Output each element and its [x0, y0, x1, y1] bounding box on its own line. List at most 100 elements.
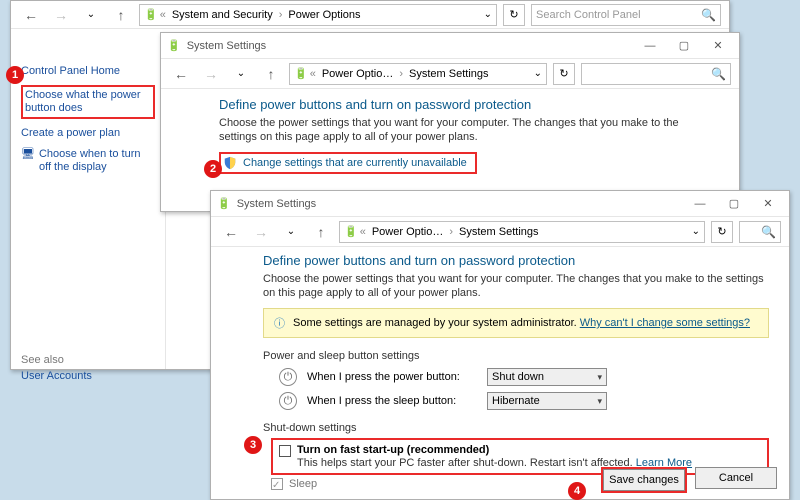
- maximize-button[interactable]: ▢: [667, 35, 701, 57]
- see-also-header: See also: [21, 354, 155, 366]
- content-area: Define power buttons and turn on passwor…: [161, 89, 739, 174]
- sleep-checkbox[interactable]: ✓: [271, 478, 283, 490]
- callout-badge-1: 1: [6, 66, 24, 84]
- close-button[interactable]: ✕: [701, 35, 735, 57]
- power-action-select[interactable]: Shut down ▾: [487, 368, 607, 386]
- sidebar-link-create-plan[interactable]: Create a power plan: [21, 127, 155, 140]
- page-subtext: Choose the power settings that you want …: [263, 272, 769, 300]
- notice-text: Some settings are managed by your system…: [293, 317, 577, 329]
- nav-forward-button[interactable]: →: [199, 62, 223, 86]
- monitor-icon: 🖥: [21, 148, 35, 174]
- power-icon: ⏻: [279, 368, 297, 386]
- search-placeholder: Search Control Panel: [536, 9, 641, 21]
- refresh-button[interactable]: ↻: [503, 4, 525, 26]
- breadcrumb-segment[interactable]: Power Options: [284, 9, 364, 21]
- change-settings-link[interactable]: Change settings that are currently unava…: [219, 152, 477, 174]
- refresh-button[interactable]: ↻: [553, 63, 575, 85]
- breadcrumb-segment[interactable]: System Settings: [455, 226, 542, 238]
- chevron-down-icon: ▾: [597, 396, 602, 407]
- row-press-sleep: ⏻ When I press the sleep button: Hiberna…: [279, 392, 769, 410]
- window-title: System Settings: [237, 198, 316, 210]
- callout-badge-4: 4: [568, 482, 586, 500]
- nav-forward-button[interactable]: →: [249, 220, 273, 244]
- search-input[interactable]: 🔍: [739, 221, 781, 243]
- breadcrumb-segment[interactable]: System Settings: [405, 68, 492, 80]
- chevron-icon: «: [310, 68, 316, 80]
- chevron-icon: ›: [399, 68, 403, 80]
- callout-badge-2: 2: [204, 160, 222, 178]
- close-button[interactable]: ✕: [751, 193, 785, 215]
- nav-back-button[interactable]: ←: [219, 220, 243, 244]
- search-input[interactable]: Search Control Panel 🔍: [531, 4, 721, 26]
- nav-forward-button[interactable]: →: [49, 3, 73, 27]
- refresh-button[interactable]: ↻: [711, 221, 733, 243]
- nav-up-button[interactable]: ↑: [259, 62, 283, 86]
- chevron-icon: «: [360, 226, 366, 238]
- search-icon: 🔍: [701, 8, 716, 22]
- fast-startup-label: Turn on fast start-up (recommended): [297, 444, 489, 456]
- nav-up-button[interactable]: ↑: [109, 3, 133, 27]
- breadcrumb-segment[interactable]: Power Optio…: [318, 68, 398, 80]
- nav-history-chevron[interactable]: ⌄: [229, 62, 253, 86]
- nav-back-button[interactable]: ←: [169, 62, 193, 86]
- nav-up-button[interactable]: ↑: [309, 220, 333, 244]
- app-icon: 🔋: [167, 39, 181, 52]
- minimize-button[interactable]: —: [633, 35, 667, 57]
- breadcrumb-icon: 🔋: [294, 67, 308, 80]
- sidebar-link-user-accounts[interactable]: User Accounts: [21, 370, 155, 383]
- breadcrumb-segment[interactable]: Power Optio…: [368, 226, 448, 238]
- chevron-icon: ›: [279, 9, 283, 21]
- chevron-down-icon[interactable]: ⌄: [534, 68, 542, 79]
- breadcrumb[interactable]: 🔋 « Power Optio… › System Settings ⌄: [289, 63, 547, 85]
- footer-buttons: Save changes Cancel: [601, 467, 777, 493]
- section-power-sleep: Power and sleep button settings: [263, 350, 769, 362]
- sleep-action-select[interactable]: Hibernate ▾: [487, 392, 607, 410]
- breadcrumb-segment[interactable]: System and Security: [168, 9, 277, 21]
- chevron-down-icon[interactable]: ⌄: [484, 9, 492, 20]
- save-button[interactable]: Save changes: [603, 469, 685, 491]
- page-heading: Define power buttons and turn on passwor…: [219, 97, 715, 112]
- nav-history-chevron[interactable]: ⌄: [79, 3, 103, 27]
- admin-notice: ⓘ Some settings are managed by your syst…: [263, 308, 769, 338]
- maximize-button[interactable]: ▢: [717, 193, 751, 215]
- row-label: When I press the power button:: [307, 371, 477, 383]
- sleep-icon: ⏻: [279, 392, 297, 410]
- breadcrumb[interactable]: 🔋 « Power Optio… › System Settings ⌄: [339, 221, 705, 243]
- chevron-down-icon[interactable]: ⌄: [692, 226, 700, 237]
- info-icon: ⓘ: [274, 315, 285, 331]
- search-icon: 🔍: [711, 67, 726, 81]
- row-press-power: ⏻ When I press the power button: Shut do…: [279, 368, 769, 386]
- sidebar: Control Panel Home Choose what the power…: [11, 57, 166, 369]
- sidebar-link-display-off[interactable]: 🖥 Choose when to turn off the display: [21, 148, 155, 174]
- nav-back-button[interactable]: ←: [19, 3, 43, 27]
- select-value: Hibernate: [492, 395, 540, 407]
- section-shutdown: Shut-down settings: [263, 422, 769, 434]
- page-subtext: Choose the power settings that you want …: [219, 116, 715, 144]
- callout-badge-3: 3: [244, 436, 262, 454]
- notice-link[interactable]: Why can't I change some settings?: [580, 317, 750, 329]
- sleep-label: Sleep: [289, 478, 317, 490]
- sidebar-header[interactable]: Control Panel Home: [21, 65, 155, 77]
- fast-startup-checkbox[interactable]: [279, 445, 291, 457]
- addressbar: ← → ⌄ ↑ 🔋 « System and Security › Power …: [11, 1, 729, 29]
- fast-startup-hint: This helps start your PC faster after sh…: [297, 457, 633, 469]
- chevron-icon: «: [160, 9, 166, 21]
- titlebar: 🔋 System Settings — ▢ ✕: [161, 33, 739, 59]
- sidebar-link-power-button[interactable]: Choose what the power button does: [21, 85, 155, 119]
- change-settings-link-text: Change settings that are currently unava…: [243, 157, 467, 169]
- minimize-button[interactable]: —: [683, 193, 717, 215]
- uac-shield-icon: [223, 156, 237, 170]
- row-label: When I press the sleep button:: [307, 395, 477, 407]
- breadcrumb[interactable]: 🔋 « System and Security › Power Options …: [139, 4, 497, 26]
- select-value: Shut down: [492, 371, 544, 383]
- window-system-settings-editable: 🔋 System Settings — ▢ ✕ ← → ⌄ ↑ 🔋 « Powe…: [210, 190, 790, 500]
- chevron-icon: ›: [449, 226, 453, 238]
- search-input[interactable]: 🔍: [581, 63, 731, 85]
- window-title: System Settings: [187, 40, 266, 52]
- search-icon: 🔍: [761, 225, 776, 239]
- nav-history-chevron[interactable]: ⌄: [279, 220, 303, 244]
- window-system-settings-locked: 🔋 System Settings — ▢ ✕ ← → ⌄ ↑ 🔋 « Powe…: [160, 32, 740, 212]
- page-heading: Define power buttons and turn on passwor…: [263, 253, 769, 268]
- cancel-button[interactable]: Cancel: [695, 467, 777, 489]
- titlebar: 🔋 System Settings — ▢ ✕: [211, 191, 789, 217]
